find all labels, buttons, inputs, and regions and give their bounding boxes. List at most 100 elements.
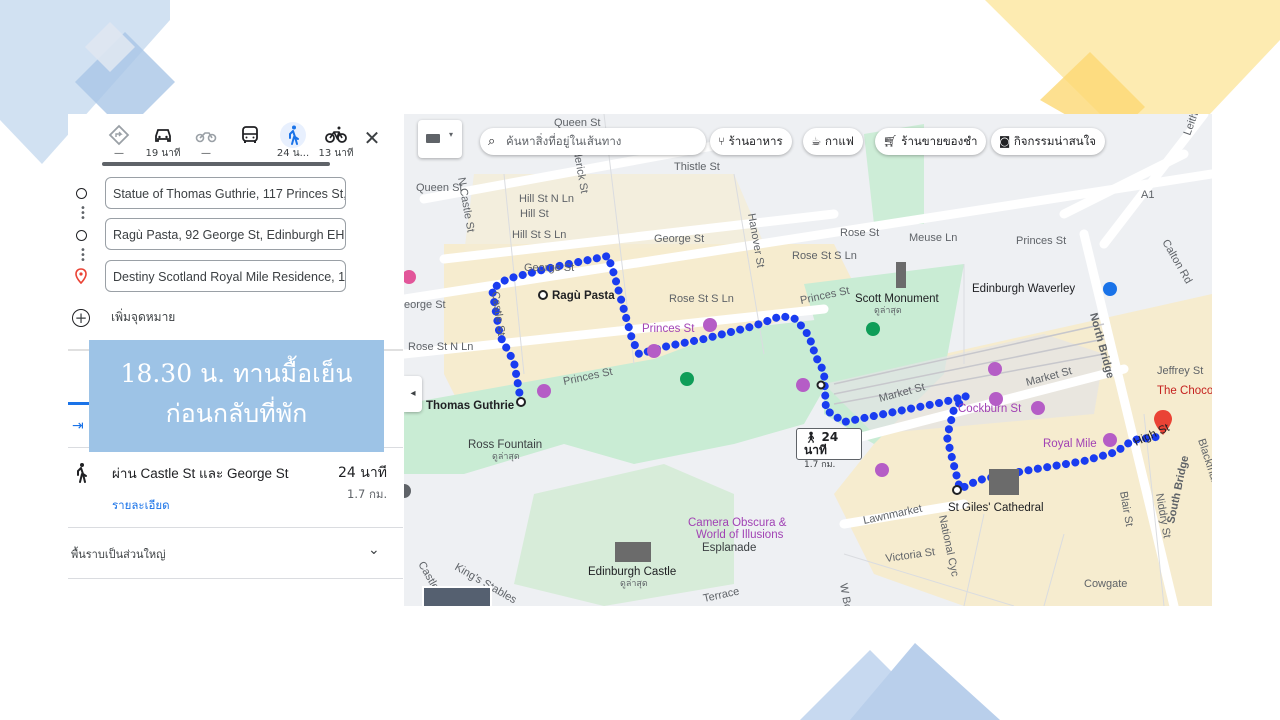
- chip-coffee-label: กาแฟ: [824, 134, 854, 148]
- cart-icon: 🛒︎: [883, 134, 902, 148]
- stop-circle-icon: [76, 230, 87, 241]
- mode-motorcycle[interactable]: —: [184, 124, 228, 164]
- chip-restaurants[interactable]: ⑂ ร้านอาหาร: [710, 128, 792, 155]
- mode-cycling-label: 13 นาที: [318, 148, 354, 159]
- vertical-dots-icon: • • •: [80, 203, 86, 224]
- label-edinburgh-castle: Edinburgh Castle: [588, 566, 676, 578]
- mode-walking-label: 24 น...: [276, 148, 310, 159]
- chip-groceries-label: ร้านขายของชำ: [901, 134, 978, 148]
- travel-mode-bar: — 19 นาที — 24 น... 13 นาที ✕: [68, 114, 403, 164]
- route-time-tooltip[interactable]: 🚶︎ 24 นาที 1.7 กม.: [796, 428, 862, 470]
- vertical-dots-icon: • • •: [80, 245, 86, 266]
- camera-icon: ◙: [999, 134, 1014, 148]
- route-via-text: ผ่าน Castle St และ George St: [112, 466, 289, 481]
- route-duration: 24 นาที: [338, 465, 387, 481]
- map-canvas: Queen St Queen St Thistle St Hill St N L…: [404, 114, 1212, 606]
- label-camera-obscura-1: Camera Obscura &: [688, 517, 787, 529]
- label-ragu-pasta: Ragù Pasta: [552, 290, 615, 302]
- layer-switcher-button[interactable]: ▾: [418, 120, 462, 158]
- collapse-panel-button[interactable]: ◂: [404, 376, 422, 412]
- note-line-1: 18.30 น. ทานมื้อเย็น: [120, 359, 353, 388]
- mode-driving-label: 19 นาที: [145, 148, 181, 159]
- destination-pin-icon: [75, 268, 87, 284]
- route-distance: 1.7 กม.: [347, 487, 388, 501]
- diamond-route-icon: [108, 124, 130, 146]
- label-rose-st-e: Rose St: [840, 227, 879, 239]
- mode-cycling[interactable]: 13 นาที: [314, 124, 358, 164]
- chip-groceries[interactable]: 🛒︎ ร้านขายของชำ: [875, 128, 987, 155]
- caret-down-icon: ▾: [449, 130, 454, 139]
- car-icon: [155, 129, 171, 142]
- chip-attractions-label: กิจกรรมน่าสนใจ: [1013, 134, 1096, 148]
- label-edinburgh-waverley: Edinburgh Waverley: [972, 283, 1075, 295]
- origin-circle-icon: [76, 188, 87, 199]
- walking-icon: [289, 125, 299, 145]
- route-details-link[interactable]: รายละเอียด: [112, 497, 170, 515]
- mode-driving[interactable]: 19 นาที: [141, 124, 185, 164]
- walking-route-icon: [77, 463, 87, 483]
- label-rose-st-n-ln: Rose St N Ln: [408, 341, 473, 353]
- label-cockburn-st: Cockburn St: [958, 403, 1022, 415]
- label-esplanade: Esplanade: [702, 542, 756, 554]
- terrain-text: พื้นราบเป็นส่วนใหญ่: [71, 548, 166, 561]
- keyboard-icon: [426, 134, 440, 143]
- label-princes-st-poi: Princes St: [642, 323, 695, 335]
- add-destination-label: เพิ่มจุดหมาย: [111, 310, 176, 324]
- label-ross-fountain: Ross Fountain: [468, 439, 542, 451]
- send-to-phone-icon[interactable]: ⇥: [72, 418, 88, 434]
- waypoint-origin-field[interactable]: Statue of Thomas Guthrie, 117 Princes St…: [105, 177, 346, 209]
- label-hill-st-n-ln: Hill St N Ln: [519, 193, 574, 205]
- label-hill-st: Hill St: [520, 208, 549, 220]
- label-royal-mile: Royal Mile: [1043, 438, 1097, 450]
- label-george-st-w: George St: [524, 262, 574, 274]
- label-scott-monument: Scott Monument: [855, 293, 940, 305]
- label-camera-obscura-2: World of Illusions: [696, 529, 784, 541]
- label-the-choco: The Choco: [1157, 385, 1212, 397]
- origin-marker[interactable]: [516, 397, 526, 407]
- loading-progress-bar: [102, 162, 330, 166]
- label-ross-sub: ดูล่าสุด: [492, 451, 520, 462]
- stop-marker[interactable]: [538, 290, 548, 300]
- divider: [68, 527, 403, 528]
- dinner-note-overlay: 18.30 น. ทานมื้อเย็น ก่อนกลับที่พัก: [89, 340, 384, 452]
- map-view[interactable]: Queen St Queen St Thistle St Hill St N L…: [404, 114, 1212, 606]
- mode-walking[interactable]: 24 น...: [271, 122, 315, 164]
- label-cowgate: Cowgate: [1084, 578, 1127, 590]
- waypoint-destination-field[interactable]: Destiny Scotland Royal Mile Residence, 1: [105, 260, 346, 292]
- label-thistle-st: Thistle St: [674, 161, 720, 173]
- label-rose-st-s-ln: Rose St S Ln: [669, 293, 734, 305]
- coffee-icon: ☕: [811, 134, 825, 148]
- label-queen-st: Queen St: [416, 182, 462, 194]
- close-icon[interactable]: ✕: [360, 126, 384, 150]
- label-thomas-guthrie: Thomas Guthrie: [426, 400, 514, 412]
- add-destination-button[interactable]: + เพิ่มจุดหมาย: [72, 308, 175, 327]
- map-search-placeholder: ค้นหาสิ่งที่อยู่ในเส้นทาง: [506, 134, 622, 148]
- map-search-input[interactable]: ⌕ ค้นหาสิ่งที่อยู่ในเส้นทาง: [480, 128, 706, 155]
- active-tab-indicator: [68, 402, 90, 405]
- label-scott-sub: ดูล่าสุด: [874, 305, 902, 316]
- note-line-2: ก่อนกลับที่พัก: [165, 399, 308, 428]
- mode-best-route[interactable]: —: [97, 124, 141, 164]
- chip-attractions[interactable]: ◙ กิจกรรมน่าสนใจ: [991, 128, 1105, 155]
- label-a1: A1: [1141, 189, 1154, 201]
- label-princes-st-e: Princes St: [1016, 235, 1066, 247]
- satellite-layer-thumbnail[interactable]: [422, 586, 492, 606]
- chip-coffee[interactable]: ☕ กาแฟ: [803, 128, 863, 155]
- route-node-marker: [816, 380, 826, 390]
- bus-icon: [242, 126, 258, 143]
- label-george-st-e: George St: [654, 233, 704, 245]
- waypoint-marker[interactable]: [952, 485, 962, 495]
- mode-transit[interactable]: [228, 124, 272, 164]
- waypoint-stop-field[interactable]: Ragù Pasta, 92 George St, Edinburgh EH2: [105, 218, 346, 250]
- mode-best-route-label: —: [114, 148, 124, 159]
- label-rose-st-s-ln-e: Rose St S Ln: [792, 250, 857, 262]
- tooltip-distance: 1.7 กม.: [804, 460, 836, 470]
- label-meuse-ln: Meuse Ln: [909, 232, 957, 244]
- label-eorge-st: eorge St: [404, 299, 446, 311]
- label-jeffrey-st: Jeffrey St: [1157, 365, 1203, 377]
- chevron-down-icon[interactable]: ⌄: [368, 542, 380, 558]
- label-st-giles: St Giles' Cathedral: [948, 502, 1044, 514]
- label-castle-sub: ดูล่าสุด: [620, 578, 648, 589]
- divider: [68, 578, 403, 579]
- chip-restaurants-label: ร้านอาหาร: [728, 134, 783, 148]
